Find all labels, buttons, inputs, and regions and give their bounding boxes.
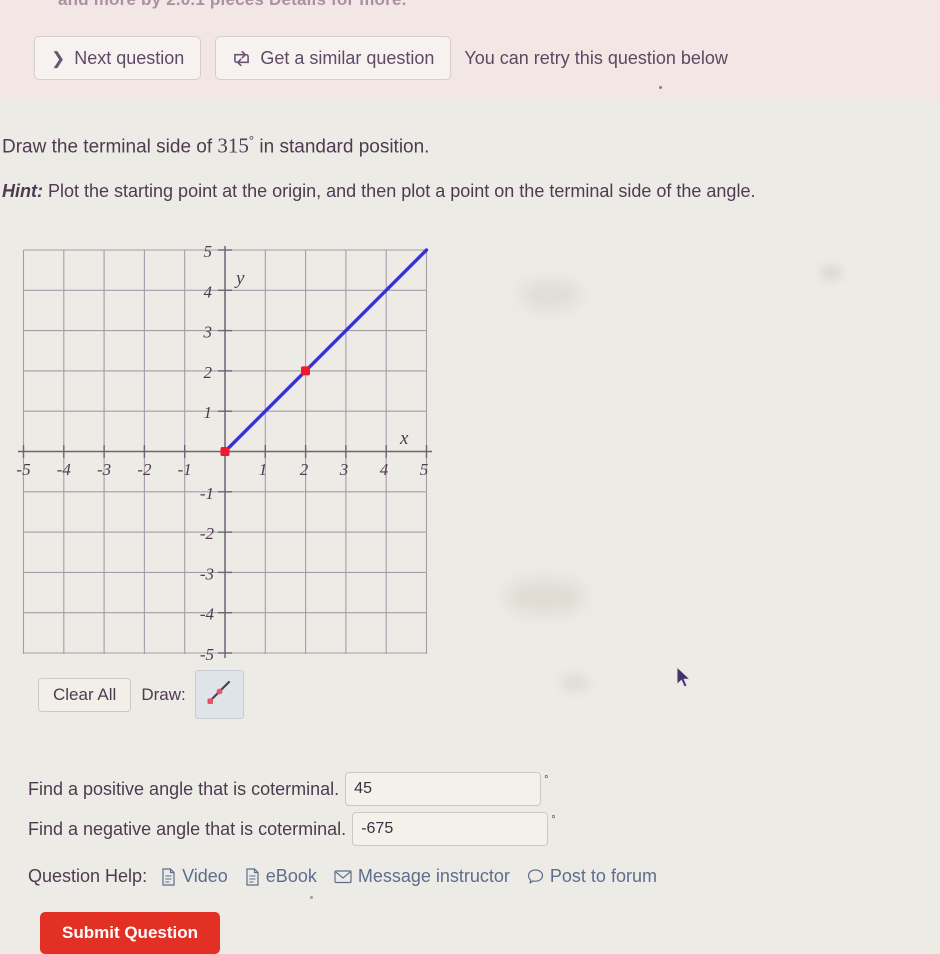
x-tick-label: 4 <box>380 460 389 479</box>
coterminal-negative-label: Find a negative angle that is coterminal… <box>28 818 347 839</box>
x-tick-label: 5 <box>420 460 429 479</box>
y-tick-label: 2 <box>204 363 213 382</box>
stray-speck <box>659 86 662 89</box>
photo-blotch <box>505 580 585 614</box>
x-tick-label: 1 <box>259 460 268 479</box>
document-icon <box>161 867 176 886</box>
help-link-video[interactable]: Video <box>161 866 228 887</box>
question-help-row: Question Help: Video eBook Message instr… <box>28 866 674 887</box>
ray-tool-icon <box>203 676 235 713</box>
degree-symbol: ° <box>551 814 556 826</box>
chevron-right-icon: ❯ <box>51 48 66 68</box>
x-tick-label: 2 <box>300 460 309 479</box>
ray-tool-button[interactable] <box>194 670 244 719</box>
mouse-cursor <box>676 665 693 695</box>
hint-text: Plot the starting point at the origin, a… <box>42 181 756 201</box>
plotted-point-second[interactable] <box>301 366 310 376</box>
question-angle-value: 315 <box>217 133 249 158</box>
y-tick-label: -4 <box>200 605 215 624</box>
y-axis-label: y <box>234 268 245 289</box>
degree-symbol: ° <box>544 774 549 786</box>
document-icon <box>245 867 260 886</box>
question-hint: Hint: Plot the starting point at the ori… <box>2 181 755 202</box>
graph-toolbar: Clear All Draw: <box>38 670 244 719</box>
photo-blotch <box>520 280 580 310</box>
x-tick-label: 3 <box>339 460 349 479</box>
help-link-label: Message instructor <box>357 866 510 886</box>
help-link-ebook[interactable]: eBook <box>245 866 317 887</box>
next-question-label: Next question <box>74 47 185 68</box>
retry-notice: You can retry this question below <box>464 47 728 68</box>
question-help-label: Question Help: <box>28 866 148 886</box>
question-nav-row: ❯ Next question Get a similar question Y… <box>34 36 728 80</box>
x-axis-tick-labels: -5 -4 -3 -2 -1 1 2 3 4 5 <box>16 460 428 479</box>
speech-bubble-icon <box>527 868 544 885</box>
help-link-message-instructor[interactable]: Message instructor <box>334 866 510 887</box>
cut-off-page-heading: and more by 2.0.1 pieces Details for mor… <box>58 0 407 10</box>
hint-word: Hint: <box>2 181 43 201</box>
y-tick-label: -5 <box>200 645 214 662</box>
submit-question-button[interactable]: Submit Question <box>40 912 220 954</box>
coterminal-negative-row: Find a negative angle that is coterminal… <box>28 812 556 846</box>
x-axis-label: x <box>399 428 409 449</box>
photo-blotch <box>820 265 842 281</box>
coterminal-positive-label: Find a positive angle that is coterminal… <box>28 778 340 799</box>
x-tick-label: -2 <box>137 460 152 479</box>
clear-all-label: Clear All <box>53 684 117 704</box>
terminal-side-ray[interactable] <box>223 248 429 454</box>
stray-speck <box>310 896 313 899</box>
coterminal-negative-input[interactable] <box>352 812 549 846</box>
clear-all-button[interactable]: Clear All <box>38 677 132 712</box>
help-link-post-to-forum[interactable]: Post to forum <box>527 866 657 887</box>
question-prompt: Draw the terminal side of 315° in standa… <box>2 133 429 158</box>
plotted-point-origin[interactable] <box>220 447 230 456</box>
y-tick-label: -2 <box>200 524 215 543</box>
y-tick-label: 5 <box>204 242 213 261</box>
coordinate-plane-canvas[interactable]: -5 -4 -3 -2 -1 1 2 3 4 5 5 4 3 2 1 -1 -2… <box>0 232 450 662</box>
y-tick-label: -1 <box>200 484 214 503</box>
help-link-label: Post to forum <box>549 866 657 886</box>
x-tick-label: -3 <box>97 460 111 479</box>
draw-label: Draw: <box>141 684 186 704</box>
next-question-button[interactable]: ❯ Next question <box>34 36 202 80</box>
swap-arrows-icon <box>232 50 251 67</box>
y-tick-label: -3 <box>200 564 214 583</box>
y-tick-label: 1 <box>204 403 213 422</box>
envelope-icon <box>334 869 352 884</box>
get-similar-question-button[interactable]: Get a similar question <box>215 36 452 80</box>
x-tick-label: -5 <box>16 460 30 479</box>
question-prompt-prefix: Draw the terminal side of <box>2 136 218 158</box>
question-prompt-suffix: in standard position. <box>254 136 430 158</box>
get-similar-question-label: Get a similar question <box>260 47 435 68</box>
help-link-label: eBook <box>265 866 317 886</box>
coterminal-positive-input[interactable] <box>345 772 542 806</box>
y-tick-label: 3 <box>203 323 213 342</box>
help-link-label: Video <box>182 866 228 886</box>
photo-blotch <box>560 675 590 691</box>
coterminal-positive-row: Find a positive angle that is coterminal… <box>28 772 549 806</box>
y-tick-label: 4 <box>204 282 213 301</box>
x-tick-label: -4 <box>57 460 72 479</box>
x-tick-label: -1 <box>178 460 192 479</box>
